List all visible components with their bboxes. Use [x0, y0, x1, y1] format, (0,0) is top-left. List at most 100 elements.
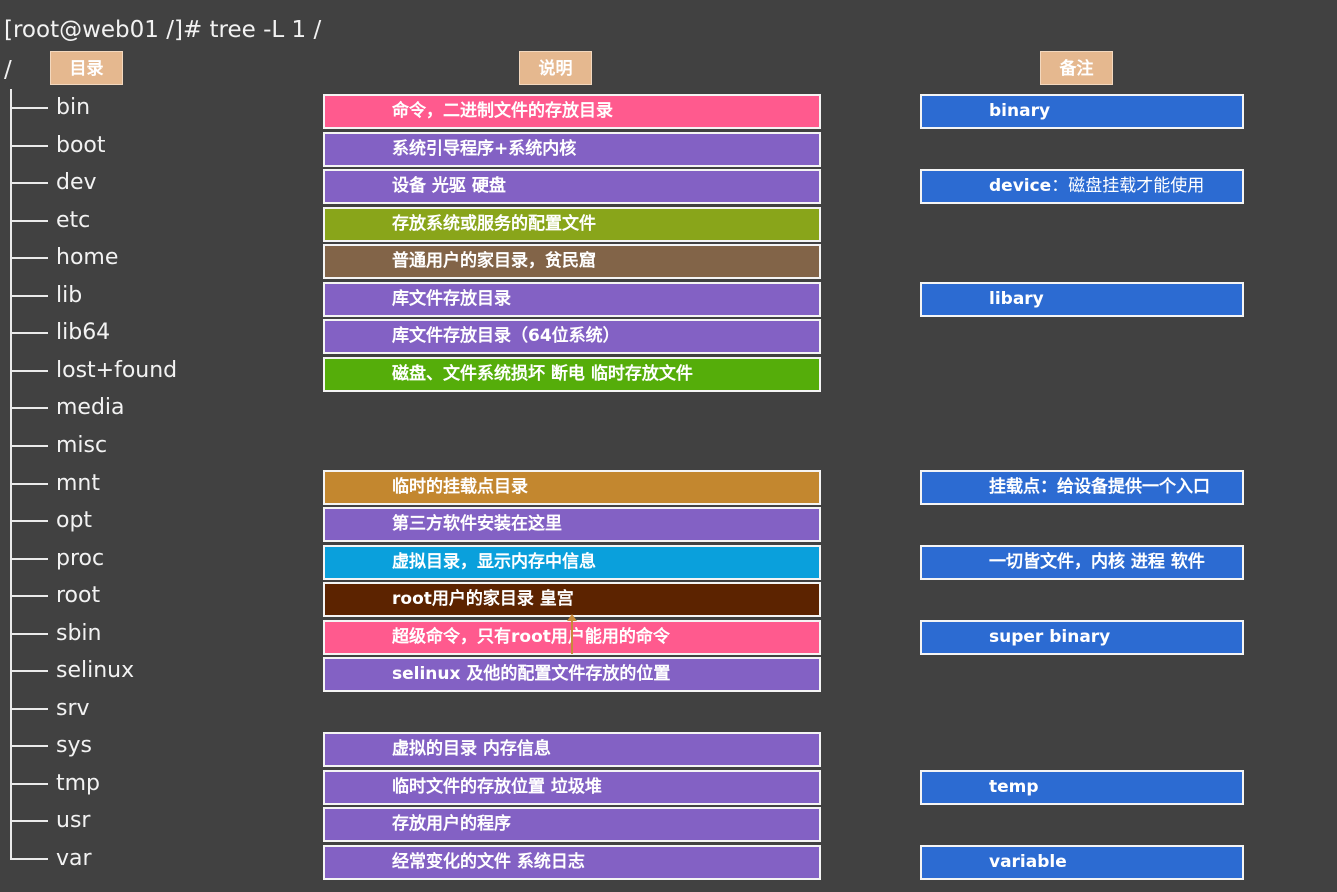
description-box: 临时的挂载点目录	[323, 469, 821, 505]
note-box: super binary	[920, 619, 1244, 655]
tree-branch-connector	[6, 239, 50, 278]
tree-item: sbin	[6, 614, 102, 653]
description-box: 库文件存放目录	[323, 281, 821, 317]
directory-name: var	[56, 846, 92, 871]
description-box: 第三方软件安装在这里	[323, 507, 821, 543]
note-box: libary	[920, 281, 1244, 317]
description-box: 虚拟目录，显示内存中信息	[323, 544, 821, 580]
note-text: super binary	[989, 626, 1111, 647]
note-box: temp	[920, 769, 1244, 805]
tree-branch-connector	[6, 426, 50, 465]
tree-branch-connector	[6, 539, 50, 578]
tree-branch-connector	[6, 164, 50, 203]
description-box: 普通用户的家目录，贫民窟	[323, 244, 821, 280]
description-box: 经常变化的文件 系统日志	[323, 845, 821, 880]
tree-branch-connector	[6, 689, 50, 728]
tree-item: boot	[6, 126, 106, 165]
note-text: variable	[989, 852, 1067, 872]
tree-item: bin	[6, 89, 91, 127]
description-box: 存放用户的程序	[323, 807, 821, 843]
description-box: 系统引导程序+系统内核	[323, 131, 821, 167]
directory-name: selinux	[56, 658, 135, 684]
note-box: 一切皆文件，内核 进程 软件	[920, 544, 1244, 580]
tree-item: tmp	[6, 764, 101, 803]
tree-item: lib64	[6, 314, 111, 353]
directory-name: lib	[56, 282, 83, 308]
directory-name: mnt	[56, 470, 100, 496]
note-text: libary	[989, 288, 1044, 309]
directory-name: srv	[56, 695, 90, 721]
tree-branch-connector	[6, 502, 50, 541]
tree-item: proc	[6, 539, 105, 578]
tree-branch-connector	[6, 652, 50, 691]
tree-item: usr	[6, 802, 91, 841]
tree-item: mnt	[6, 464, 100, 503]
directory-name: lost+found	[56, 357, 178, 383]
tree-item: srv	[6, 689, 90, 728]
tree-branch-connector	[6, 764, 50, 803]
note-box: device：磁盘挂载才能使用	[920, 169, 1244, 205]
description-box: 存放系统或服务的配置文件	[323, 206, 821, 242]
note-subtext: ：磁盘挂载才能使用	[1051, 176, 1205, 197]
note-text: 挂载点：给设备提供一个入口	[989, 476, 1210, 497]
directory-name: usr	[56, 808, 91, 834]
directory-name: etc	[56, 207, 91, 233]
tree-branch-connector	[6, 577, 50, 616]
description-box: 临时文件的存放位置 垃圾堆	[323, 769, 821, 805]
tree-branch-connector	[6, 276, 50, 315]
directory-name: media	[56, 395, 125, 421]
directory-name: opt	[56, 508, 93, 534]
description-box: 库文件存放目录（64位系统）	[323, 319, 821, 355]
directory-name: dev	[56, 170, 97, 196]
description-box: 磁盘、文件系统损坏 断电 临时存放文件	[323, 356, 821, 392]
tree-branch-connector	[6, 89, 50, 127]
note-box: binary	[920, 94, 1244, 129]
tree-item: home	[6, 239, 119, 278]
directory-name: boot	[56, 132, 106, 158]
directory-name: home	[56, 245, 119, 271]
tree-branch-connector	[6, 351, 50, 390]
tree-item: sys	[6, 727, 92, 766]
tree-branch-connector	[6, 727, 50, 766]
tree-item: dev	[6, 164, 97, 203]
tree-branch-connector	[6, 389, 50, 428]
tree-item: media	[6, 389, 125, 428]
note-box: 挂载点：给设备提供一个入口	[920, 469, 1244, 505]
tree-root: /	[4, 57, 12, 83]
note-text: device	[989, 176, 1052, 197]
description-box: selinux 及他的配置文件存放的位置	[323, 657, 821, 693]
directory-name: root	[56, 583, 101, 609]
tree-branch-connector	[6, 840, 50, 872]
description-box: 虚拟的目录 内存信息	[323, 732, 821, 768]
note-text: binary	[989, 101, 1051, 121]
directory-name: lib64	[56, 320, 111, 346]
tree-branch-connector	[6, 464, 50, 503]
directory-name: sys	[56, 733, 92, 759]
directory-name: tmp	[56, 770, 101, 796]
header-note: 备注	[1040, 51, 1113, 85]
description-box: root用户的家目录 皇宫	[323, 582, 821, 618]
directory-name: proc	[56, 545, 105, 571]
tree-item: opt	[6, 502, 93, 541]
terminal-command: [root@web01 /]# tree -L 1 /	[4, 17, 322, 43]
tree-item: selinux	[6, 652, 135, 691]
note-box: variable	[920, 845, 1244, 880]
tree-branch-connector	[6, 614, 50, 653]
tree-item: var	[6, 840, 92, 872]
description-box: 设备 光驱 硬盘	[323, 169, 821, 205]
directory-name: sbin	[56, 620, 102, 646]
tree-item: etc	[6, 201, 91, 240]
note-text: 一切皆文件，内核 进程 软件	[989, 551, 1205, 572]
tree-branch-connector	[6, 802, 50, 841]
tree-branch-connector	[6, 314, 50, 353]
tree-item: root	[6, 577, 101, 616]
tree-item: lib	[6, 276, 83, 315]
note-text: temp	[989, 776, 1039, 797]
text-cursor-arrow	[567, 614, 577, 654]
description-box: 命令，二进制文件的存放目录	[323, 94, 821, 129]
tree-branch-connector	[6, 201, 50, 240]
directory-name: misc	[56, 432, 108, 458]
directory-name: bin	[56, 95, 91, 120]
header-directory: 目录	[50, 51, 123, 85]
tree-branch-connector	[6, 126, 50, 165]
